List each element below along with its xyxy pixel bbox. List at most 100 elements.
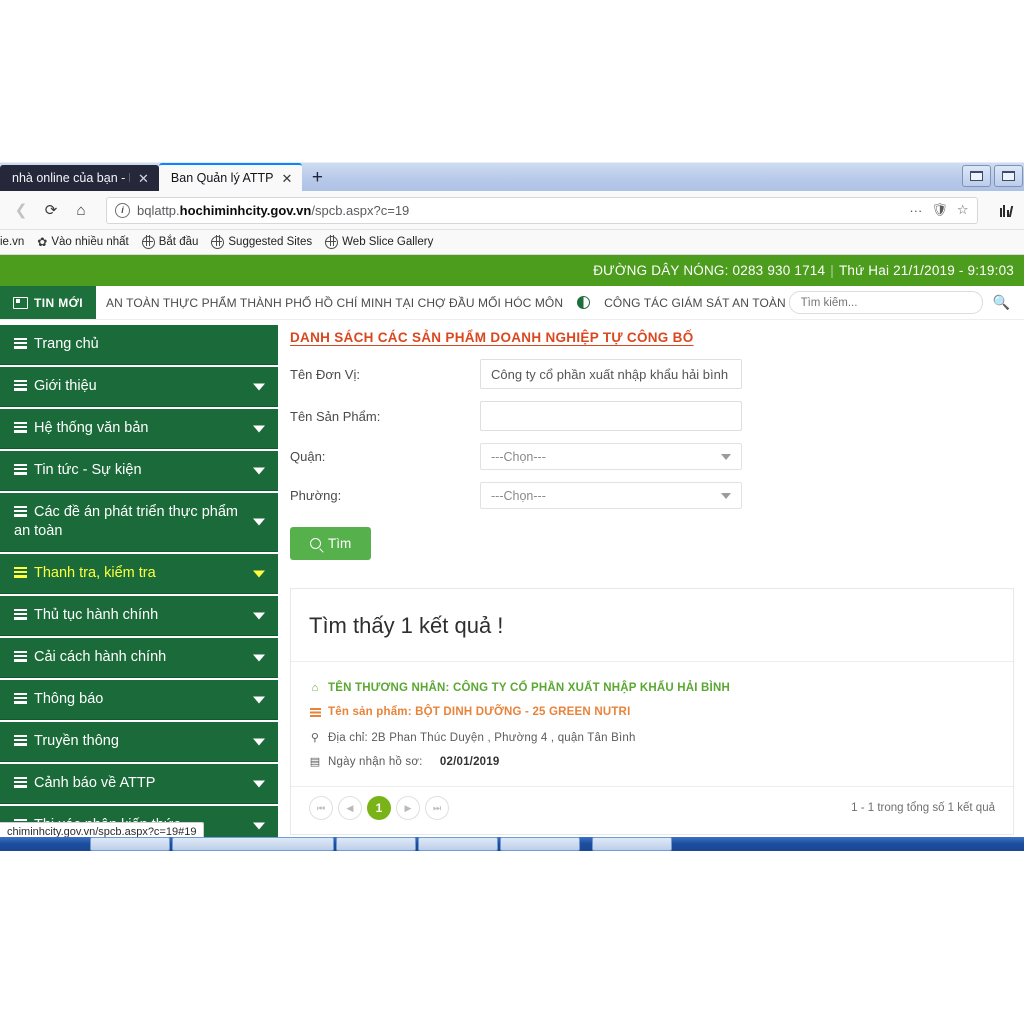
chevron-down-icon[interactable] — [253, 425, 265, 432]
minimize-icon — [970, 171, 983, 181]
search-submit-label: Tìm — [328, 536, 352, 551]
sidebar-item-label: Giới thiệu — [34, 378, 97, 394]
chevron-down-icon[interactable] — [253, 696, 265, 703]
search-icon — [310, 538, 321, 549]
prev-page-button[interactable]: ◀ — [338, 796, 362, 820]
search-icon[interactable]: 🔍 — [993, 294, 1010, 311]
bookmark-item[interactable]: ✿ Vào nhiều nhất — [37, 235, 128, 249]
sidebar-item-label: Tin tức - Sự kiện — [34, 462, 142, 478]
taskbar-item[interactable] — [592, 837, 672, 851]
bookmark-label: Bắt đầu — [158, 236, 199, 248]
unit-input[interactable] — [480, 359, 742, 389]
sidebar-item-gioi-thieu[interactable]: Giới thiệu — [0, 367, 278, 407]
sidebar-item-he-thong-van-ban[interactable]: Hệ thống văn bản — [0, 409, 278, 449]
sidebar-item-label: Hệ thống văn bản — [34, 420, 149, 436]
globe-icon — [211, 235, 225, 249]
chevron-down-icon[interactable] — [253, 383, 265, 390]
sidebar-item-canh-bao-ve-attp[interactable]: Cảnh báo về ATTP — [0, 764, 278, 804]
bookmark-label: Web Slice Gallery — [342, 236, 434, 248]
newspaper-icon — [13, 296, 28, 309]
form-row-unit: Tên Đơn Vị: — [290, 359, 1014, 389]
district-select[interactable]: ---Chọn--- — [480, 443, 742, 470]
result-address-text: Địa chỉ: 2B Phan Thúc Duyện , Phường 4 ,… — [328, 732, 636, 744]
results-panel: Tìm thấy 1 kết quả ! ⌂ TÊN THƯƠNG NHÂN: … — [290, 588, 1014, 835]
calendar-icon: ▤ — [309, 756, 321, 768]
half-circle-icon — [577, 296, 591, 309]
result-item: ⌂ TÊN THƯƠNG NHÂN: CÔNG TY CỔ PHẦN XUẤT … — [291, 662, 1013, 786]
bookmark-label: Suggested Sites — [228, 236, 313, 248]
sidebar-item-trang-chu[interactable]: Trang chủ — [0, 325, 278, 365]
shield-icon[interactable]: 🛡 — [931, 202, 948, 218]
address-bar[interactable]: i bqlattp.hochiminhcity.gov.vn/spcb.aspx… — [106, 196, 978, 224]
news-ticker[interactable]: AN TOÀN THỰC PHẨM THÀNH PHỐ HỒ CHÍ MINH … — [96, 286, 789, 319]
sidebar-item-label: Cảnh báo về ATTP — [34, 775, 156, 791]
last-page-button[interactable]: ⏭ — [425, 796, 449, 820]
library-icon[interactable] — [999, 204, 1014, 217]
taskbar-item[interactable] — [172, 837, 334, 851]
bookmark-item[interactable]: Web Slice Gallery — [324, 235, 434, 249]
unit-label: Tên Đơn Vị: — [290, 366, 360, 382]
bookmark-label: ie.vn — [0, 236, 25, 248]
result-merchant: ⌂ TÊN THƯƠNG NHÂN: CÔNG TY CỔ PHẦN XUẤT … — [309, 682, 995, 695]
list-icon — [14, 777, 27, 788]
sidebar-item-thu-tuc-hanh-chinh[interactable]: Thủ tục hành chính — [0, 596, 278, 636]
ticker-item[interactable]: CÔNG TÁC GIÁM SÁT AN TOÀN THỰC PHẨM TẾT … — [604, 296, 788, 310]
chevron-down-icon[interactable] — [253, 822, 265, 829]
bookmark-item[interactable]: ie.vn — [0, 236, 24, 248]
browser-tab-active[interactable]: Ban Quản lý ATTP ✕ — [158, 163, 303, 191]
new-tab-button[interactable]: + — [302, 165, 332, 191]
product-label: Tên Sản Phẩm: — [290, 408, 381, 424]
search-input[interactable] — [788, 291, 983, 314]
close-icon[interactable]: ✕ — [282, 172, 293, 185]
sidebar-item-tin-tuc-su-kien[interactable]: Tin tức - Sự kiện — [0, 451, 278, 491]
search-submit-button[interactable]: Tìm — [290, 527, 372, 560]
chevron-down-icon[interactable] — [253, 467, 265, 474]
minimize-button[interactable] — [962, 165, 991, 187]
list-icon — [14, 464, 27, 475]
chevron-down-icon[interactable] — [253, 612, 265, 619]
district-selected-value: ---Chọn--- — [491, 449, 546, 464]
taskbar-item[interactable] — [500, 837, 580, 851]
bookmark-star-icon[interactable]: ☆ — [957, 202, 969, 218]
site-search: 🔍 — [788, 286, 1024, 319]
chevron-down-icon — [721, 453, 731, 460]
first-page-button[interactable]: ⏮ — [309, 796, 333, 820]
site-info-icon[interactable]: i — [115, 202, 130, 218]
page-title: DANH SÁCH CÁC SẢN PHẨM DOANH NGHIỆP TỰ C… — [290, 330, 694, 345]
taskbar-item[interactable] — [90, 837, 170, 851]
bookmark-item[interactable]: Suggested Sites — [211, 235, 313, 249]
sidebar-item-thanh-tra-kiem-tra[interactable]: Thanh tra, kiểm tra — [0, 554, 278, 594]
page-actions-icon[interactable]: ··· — [909, 203, 922, 218]
back-icon[interactable]: ❮ — [8, 197, 34, 223]
taskbar-item[interactable] — [336, 837, 416, 851]
news-badge: TIN MỚI — [0, 286, 97, 319]
chevron-down-icon[interactable] — [253, 780, 265, 787]
sidebar-item-cac-de-an[interactable]: Các đề án phát triển thực phẩm an toàn — [0, 493, 278, 552]
browser-tab-inactive[interactable]: nhà online của bạn - Hom ✕ — [0, 165, 159, 191]
chevron-down-icon[interactable] — [253, 518, 265, 526]
reload-icon[interactable]: ⟳ — [38, 197, 64, 223]
ward-select[interactable]: ---Chọn--- — [480, 482, 742, 509]
sidebar-item-thong-bao[interactable]: Thông báo — [0, 680, 278, 720]
sidebar-item-label: Các đề án phát triển thực phẩm an toàn — [14, 504, 238, 539]
home-icon[interactable]: ⌂ — [68, 197, 94, 223]
product-input[interactable] — [480, 401, 742, 431]
bookmark-item[interactable]: Bắt đầu — [141, 235, 199, 249]
sidebar-item-truyen-thong[interactable]: Truyền thông — [0, 722, 278, 762]
page-button-1[interactable]: 1 — [367, 796, 391, 820]
ticker-item[interactable]: AN TOÀN THỰC PHẨM THÀNH PHỐ HỒ CHÍ MINH … — [106, 296, 563, 310]
chevron-down-icon[interactable] — [253, 738, 265, 745]
url-text: bqlattp.hochiminhcity.gov.vn/spcb.aspx?c… — [137, 202, 410, 218]
sidebar-item-cai-cach-hanh-chinh[interactable]: Cải cách hành chính — [0, 638, 278, 678]
maximize-button[interactable] — [994, 165, 1023, 187]
district-label: Quận: — [290, 449, 326, 464]
result-merchant-text: TÊN THƯƠNG NHÂN: CÔNG TY CỔ PHẦN XUẤT NH… — [328, 682, 730, 694]
news-ticker-bar: TIN MỚI AN TOÀN THỰC PHẨM THÀNH PHỐ HỒ C… — [0, 286, 1024, 320]
navigation-toolbar: ❮ ⟳ ⌂ i bqlattp.hochiminhcity.gov.vn/spc… — [0, 191, 1024, 230]
taskbar-item[interactable] — [418, 837, 498, 851]
chevron-down-icon[interactable] — [253, 654, 265, 661]
next-page-button[interactable]: ▶ — [396, 796, 420, 820]
form-row-product: Tên Sản Phẩm: — [290, 401, 1014, 431]
close-icon[interactable]: ✕ — [138, 172, 149, 185]
chevron-down-icon[interactable] — [253, 570, 265, 577]
